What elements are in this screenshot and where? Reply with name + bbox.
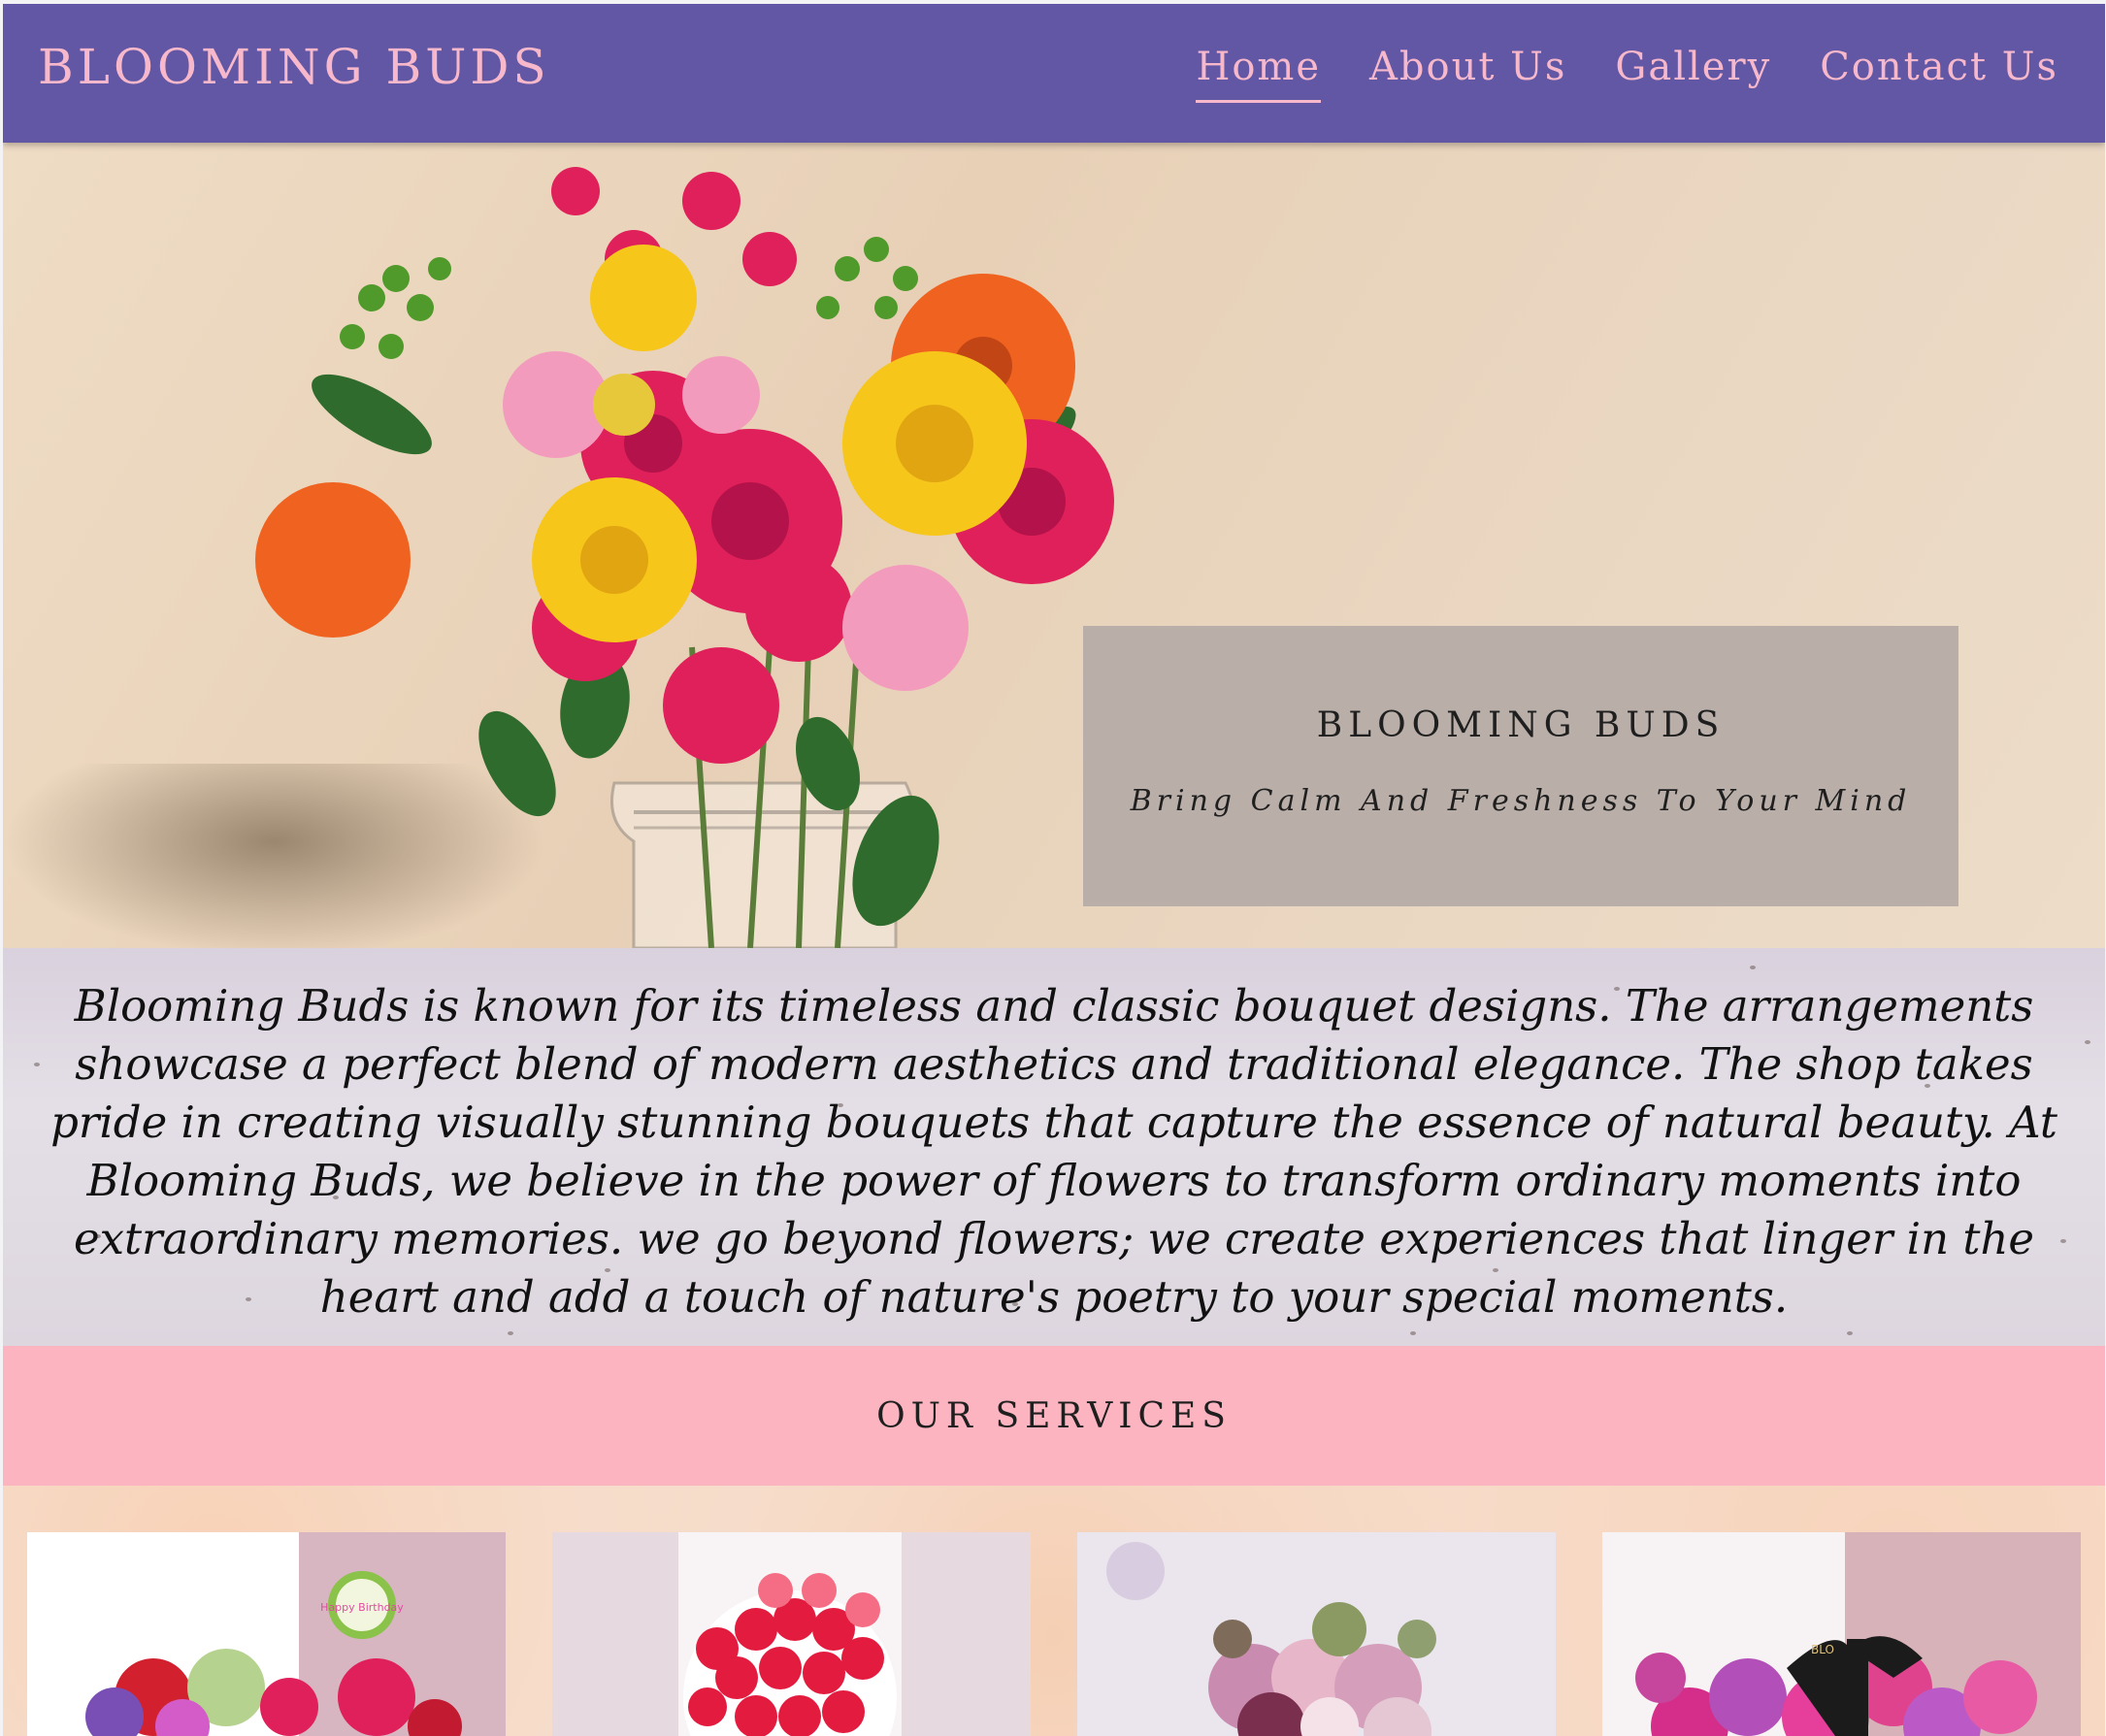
- about-section: Blooming Buds is known for its timeless …: [3, 948, 2105, 1346]
- hero-title: BLOOMING BUDS: [1316, 705, 1726, 745]
- services-header: OUR SERVICES: [3, 1346, 2105, 1486]
- page: BLOOMING BUDS Home About Us Gallery Cont…: [3, 4, 2105, 1736]
- services-title: OUR SERVICES: [876, 1396, 1232, 1436]
- nav-about-link[interactable]: About Us: [1369, 45, 1566, 103]
- service-card-pastel[interactable]: [1077, 1532, 1556, 1736]
- hero-caption-card: BLOOMING BUDS Bring Calm And Freshness T…: [1083, 626, 1958, 906]
- about-text: Blooming Buds is known for its timeless …: [50, 980, 2057, 1323]
- services-section: Happy Birthday BLO: [3, 1486, 2105, 1736]
- nav-home-link[interactable]: Home: [1196, 45, 1321, 103]
- birthday-bouquet-image: Happy Birthday: [27, 1532, 506, 1736]
- hero-tagline: Bring Calm And Freshness To Your Mind: [1130, 784, 1912, 818]
- service-card-giftbox[interactable]: BLO: [1602, 1532, 2081, 1736]
- gift-ribbon-text: BLO: [1811, 1643, 1834, 1656]
- pastel-flower-basket-image: [1077, 1532, 1556, 1736]
- red-roses-bouquet-image: [552, 1532, 1031, 1736]
- birthday-badge: Happy Birthday: [320, 1601, 404, 1614]
- navbar: BLOOMING BUDS Home About Us Gallery Cont…: [3, 4, 2105, 143]
- service-card-birthday[interactable]: Happy Birthday: [27, 1532, 506, 1736]
- nav-contact-link[interactable]: Contact Us: [1820, 45, 2058, 103]
- main-nav: Home About Us Gallery Contact Us: [1196, 45, 2058, 103]
- gift-box-bouquet-image: BLO: [1602, 1532, 2081, 1736]
- hero-section: BLOOMING BUDS Bring Calm And Freshness T…: [3, 143, 2105, 948]
- nav-gallery-link[interactable]: Gallery: [1615, 45, 1771, 103]
- brand-logo[interactable]: BLOOMING BUDS: [38, 39, 550, 95]
- hero-bouquet-image: [255, 167, 1114, 948]
- service-card-roses[interactable]: [552, 1532, 1031, 1736]
